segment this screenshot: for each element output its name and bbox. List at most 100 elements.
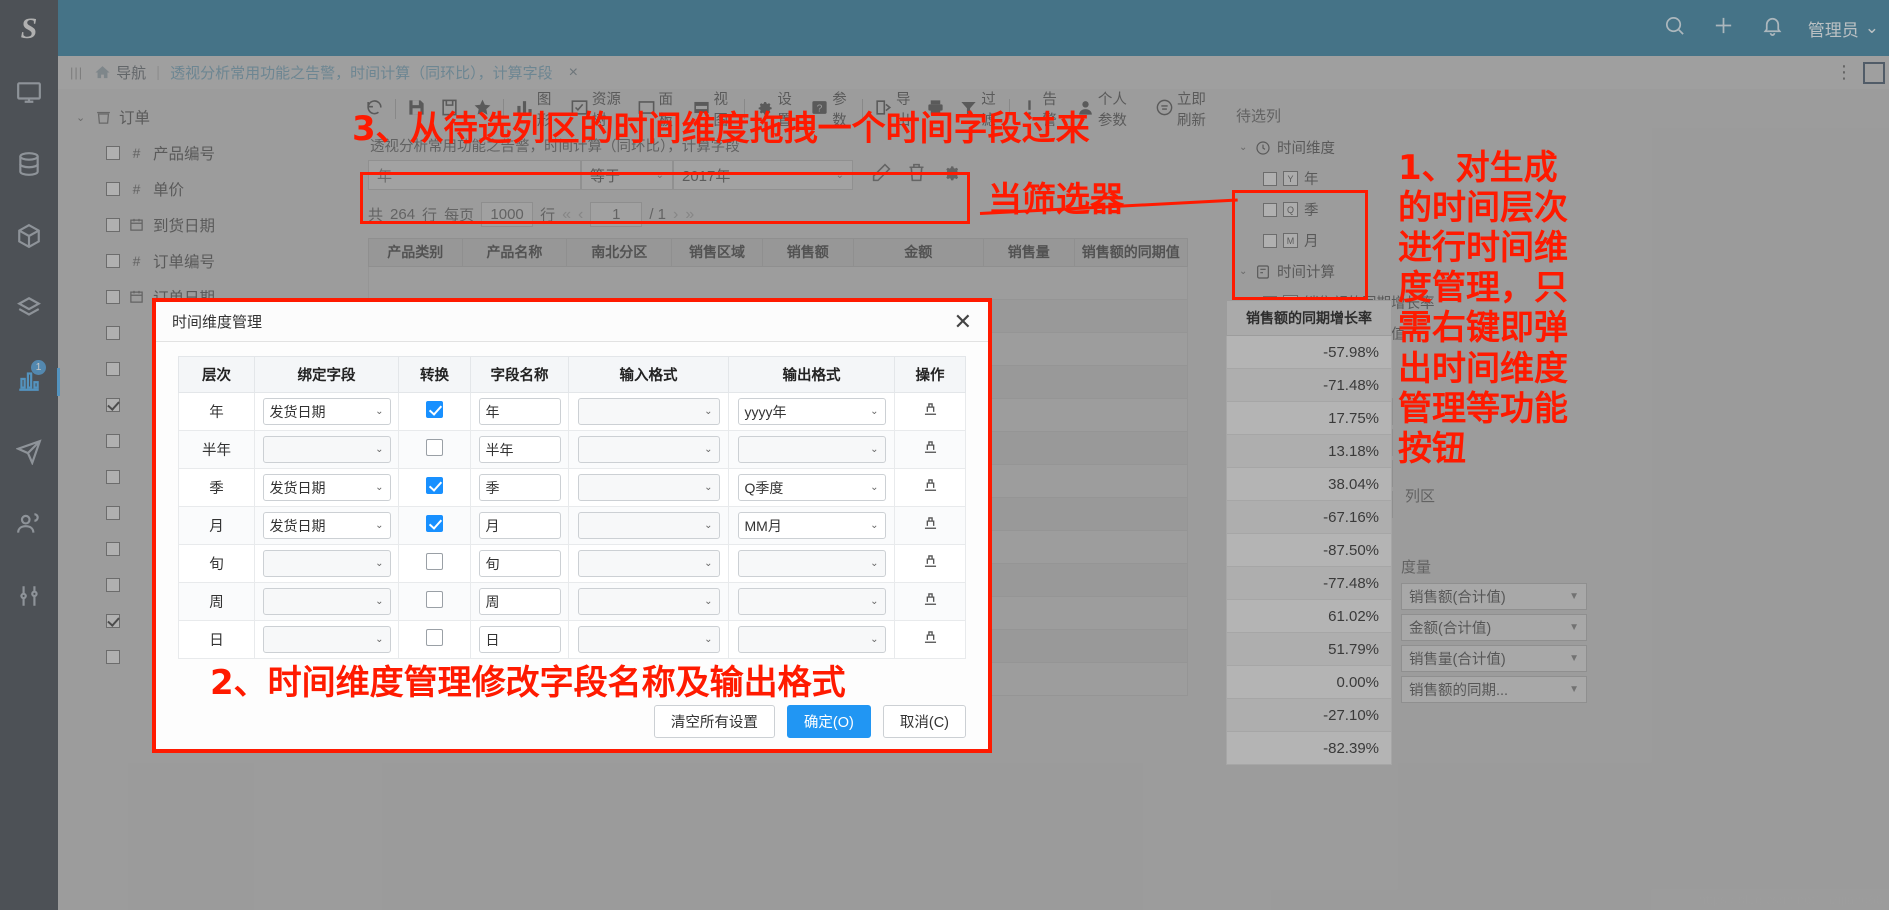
convert-checkbox[interactable] <box>426 591 443 608</box>
chevron-down-icon[interactable]: ⌄ <box>1239 142 1249 153</box>
field-name-input[interactable]: 旬 <box>478 550 561 577</box>
col-header[interactable]: 销售额的同期值 <box>1073 238 1189 267</box>
measure-item[interactable]: 销售额(合计值) ▼ <box>1401 583 1587 610</box>
input-format-select[interactable]: ⌄ <box>577 474 720 501</box>
cell-input-format[interactable]: ⌄ <box>568 620 729 659</box>
cell-field-name[interactable]: 日 <box>470 620 569 659</box>
convert-checkbox[interactable] <box>426 515 443 532</box>
user-menu[interactable]: 管理员 ⌄ <box>1808 16 1879 41</box>
clear-icon[interactable] <box>921 403 940 423</box>
cell-output-format[interactable]: Q季度 ⌄ <box>728 468 895 507</box>
cell-output-format[interactable]: yyyy年 ⌄ <box>728 392 895 431</box>
refresh-now-button[interactable]: 立即刷新 <box>1148 92 1227 129</box>
field-checkbox[interactable] <box>106 578 120 592</box>
input-format-select[interactable]: ⌄ <box>577 512 720 539</box>
output-format-select[interactable]: Q季度 ⌄ <box>737 474 886 501</box>
home-icon[interactable] <box>94 64 111 82</box>
tree-field-row[interactable]: 到货日期 <box>76 207 354 243</box>
cell-bind-field[interactable]: 发货日期 ⌄ <box>254 506 399 545</box>
cell-bind-field[interactable]: 发货日期 ⌄ <box>254 392 399 431</box>
cell-field-name[interactable]: 旬 <box>470 544 569 583</box>
field-name-input[interactable]: 半年 <box>478 436 561 463</box>
field-checkbox[interactable] <box>106 218 120 232</box>
search-button[interactable] <box>1663 14 1686 42</box>
bind-field-select[interactable]: 发货日期 ⌄ <box>262 474 391 501</box>
close-icon[interactable]: × <box>569 64 578 82</box>
field-checkbox[interactable] <box>106 470 120 484</box>
field-checkbox[interactable] <box>106 650 120 664</box>
bind-field-select[interactable]: ⌄ <box>262 550 391 577</box>
cell-input-format[interactable]: ⌄ <box>568 392 729 431</box>
clear-icon[interactable] <box>921 441 940 461</box>
clear-icon[interactable] <box>921 479 940 499</box>
drag-grip-icon[interactable]: ||| <box>70 65 83 80</box>
input-format-select[interactable]: ⌄ <box>577 436 720 463</box>
growth-rate-cell[interactable]: 61.02% <box>1226 600 1392 633</box>
field-checkbox[interactable] <box>106 146 120 160</box>
cell-field-name[interactable]: 半年 <box>470 430 569 469</box>
growth-rate-cell[interactable]: -27.10% <box>1226 699 1392 732</box>
bind-field-select[interactable]: 发货日期 ⌄ <box>262 512 391 539</box>
cell-convert[interactable] <box>398 506 471 545</box>
field-name-input[interactable]: 周 <box>478 588 561 615</box>
cell-input-format[interactable]: ⌄ <box>568 506 729 545</box>
add-button[interactable] <box>1712 14 1735 42</box>
bind-field-select[interactable]: ⌄ <box>262 588 391 615</box>
notifications-button[interactable] <box>1761 14 1784 42</box>
input-format-select[interactable]: ⌄ <box>577 550 720 577</box>
field-name-input[interactable]: 年 <box>478 398 561 425</box>
cell-bind-field[interactable]: ⌄ <box>254 544 399 583</box>
field-checkbox[interactable] <box>106 542 120 556</box>
field-checkbox[interactable] <box>106 326 120 340</box>
tree-field-row[interactable]: # 单价 <box>76 171 354 207</box>
output-format-select[interactable]: ⌄ <box>737 626 886 653</box>
cell-convert[interactable] <box>398 544 471 583</box>
rail-item-layers[interactable] <box>0 274 58 346</box>
input-format-select[interactable]: ⌄ <box>577 588 720 615</box>
growth-rate-cell[interactable]: 13.18% <box>1226 435 1392 468</box>
cell-operation[interactable] <box>894 582 966 621</box>
col-header[interactable]: 销售额 <box>761 238 854 267</box>
rail-item-tools[interactable] <box>0 562 58 634</box>
item-checkbox[interactable] <box>1263 171 1277 186</box>
convert-checkbox[interactable] <box>426 477 443 494</box>
cell-field-name[interactable]: 月 <box>470 506 569 545</box>
measure-item[interactable]: 金额(合计值) ▼ <box>1401 614 1587 641</box>
growth-rate-cell[interactable]: -67.16% <box>1226 501 1392 534</box>
cell-bind-field[interactable]: ⌄ <box>254 620 399 659</box>
output-format-select[interactable]: yyyy年 ⌄ <box>737 398 886 425</box>
chevron-down-icon[interactable]: ⌄ <box>76 111 88 124</box>
field-checkbox[interactable] <box>106 182 120 196</box>
bind-field-select[interactable]: ⌄ <box>262 626 391 653</box>
cell-convert[interactable] <box>398 430 471 469</box>
bind-field-select[interactable]: ⌄ <box>262 436 391 463</box>
cell-operation[interactable] <box>894 544 966 583</box>
tab-title[interactable]: 透视分析常用功能之告警，时间计算（同环比），计算字段 <box>170 62 553 83</box>
cell-output-format[interactable]: MM月 ⌄ <box>728 506 895 545</box>
growth-rate-cell[interactable]: -87.50% <box>1226 534 1392 567</box>
cell-output-format[interactable]: ⌄ <box>728 544 895 583</box>
rail-item-monitor[interactable] <box>0 58 58 130</box>
growth-rate-cell[interactable]: 38.04% <box>1226 468 1392 501</box>
cell-output-format[interactable]: ⌄ <box>728 582 895 621</box>
chevron-down-icon[interactable]: ▼ <box>1569 622 1579 633</box>
growth-rate-cell[interactable]: -77.48% <box>1226 567 1392 600</box>
cell-convert[interactable] <box>398 468 471 507</box>
chevron-down-icon[interactable]: ▼ <box>1569 653 1579 664</box>
convert-checkbox[interactable] <box>426 553 443 570</box>
tree-root-node[interactable]: ⌄ 订单 <box>76 99 354 135</box>
convert-checkbox[interactable] <box>426 629 443 646</box>
cell-input-format[interactable]: ⌄ <box>568 430 729 469</box>
cell-operation[interactable] <box>894 468 966 507</box>
clear-all-button[interactable]: 清空所有设置 <box>653 704 775 738</box>
growth-rate-cell[interactable]: -57.98% <box>1226 336 1392 369</box>
cell-convert[interactable] <box>398 392 471 431</box>
cell-operation[interactable] <box>894 430 966 469</box>
cell-bind-field[interactable]: ⌄ <box>254 430 399 469</box>
cell-field-name[interactable]: 周 <box>470 582 569 621</box>
ok-button[interactable]: 确定(O) <box>786 704 871 738</box>
output-format-select[interactable]: MM月 ⌄ <box>737 512 886 539</box>
rail-item-database[interactable] <box>0 130 58 202</box>
field-checkbox[interactable] <box>106 434 120 448</box>
field-checkbox[interactable] <box>106 398 120 412</box>
